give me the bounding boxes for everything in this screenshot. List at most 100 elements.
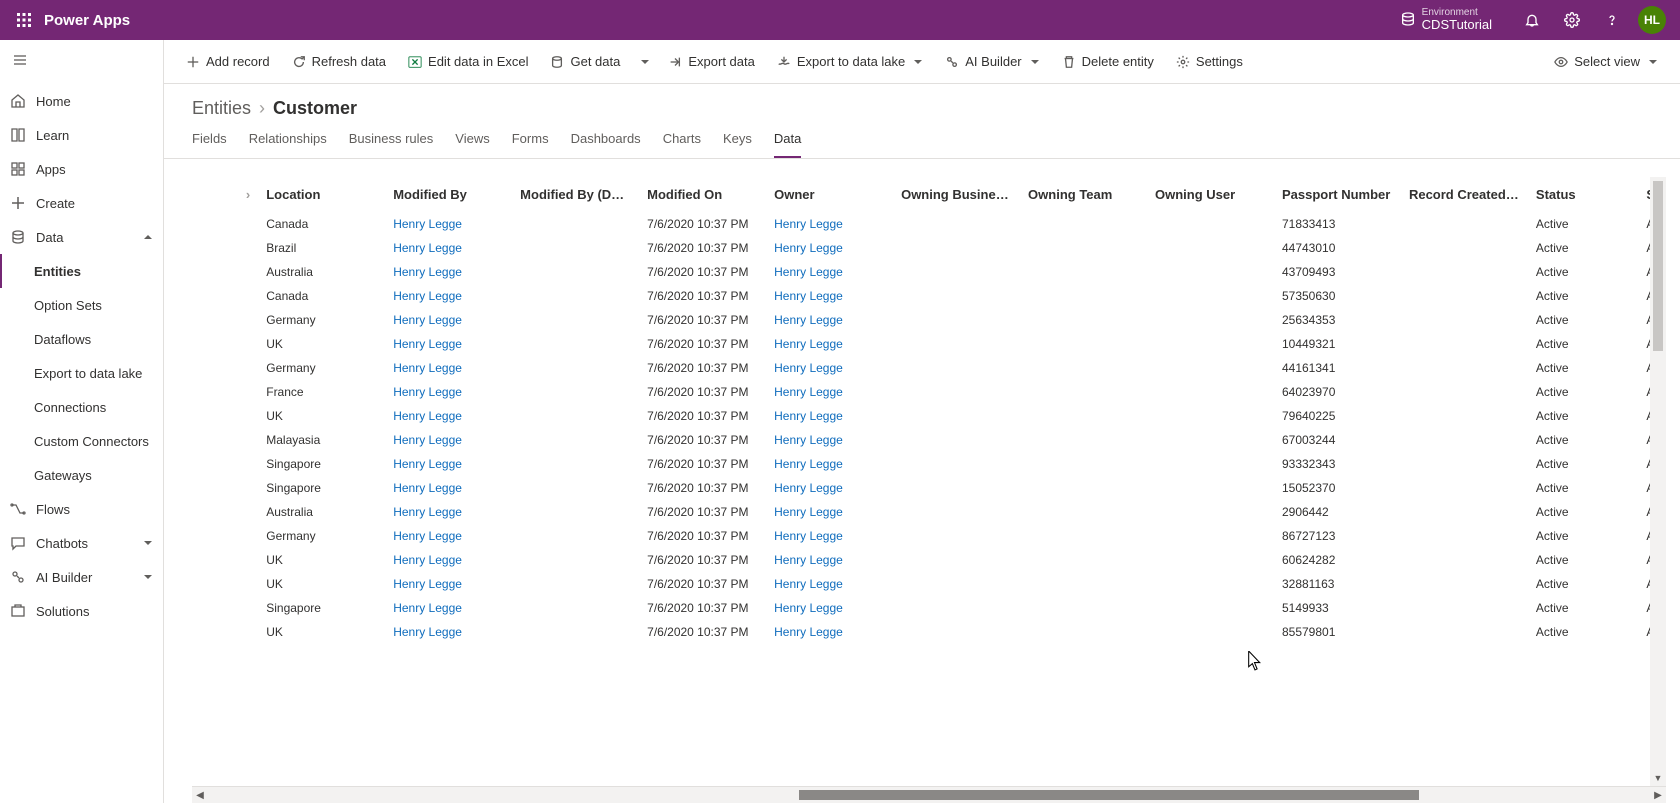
row-selector[interactable]: [192, 308, 258, 332]
tab-views[interactable]: Views: [455, 131, 489, 158]
notifications-button[interactable]: [1512, 0, 1552, 40]
sidebar-item-data[interactable]: Data: [0, 220, 163, 254]
row-selector[interactable]: [192, 380, 258, 404]
sidebar-item-flows[interactable]: Flows: [0, 492, 163, 526]
scroll-left-arrow[interactable]: ◀: [192, 787, 208, 803]
tab-charts[interactable]: Charts: [663, 131, 701, 158]
cell-owner[interactable]: Henry Legge: [766, 572, 893, 596]
cell-modified_by[interactable]: Henry Legge: [385, 620, 512, 644]
column-header-owner[interactable]: Owner: [766, 177, 893, 212]
sidebar-subitem-connections[interactable]: Connections: [0, 390, 163, 424]
cell-owner[interactable]: Henry Legge: [766, 596, 893, 620]
cell-owner[interactable]: Henry Legge: [766, 476, 893, 500]
cell-owner[interactable]: Henry Legge: [766, 548, 893, 572]
settings-cmd-button[interactable]: Settings: [1166, 48, 1253, 75]
table-row[interactable]: UKHenry Legge7/6/2020 10:37 PMHenry Legg…: [192, 332, 1666, 356]
sidebar-item-learn[interactable]: Learn: [0, 118, 163, 152]
table-row[interactable]: GermanyHenry Legge7/6/2020 10:37 PMHenry…: [192, 308, 1666, 332]
select-view-button[interactable]: Select view: [1544, 48, 1668, 75]
sidebar-subitem-export-to-data-lake[interactable]: Export to data lake: [0, 356, 163, 390]
row-selector[interactable]: [192, 332, 258, 356]
ai-builder-button[interactable]: AI Builder: [935, 48, 1049, 75]
waffle-button[interactable]: [8, 12, 40, 28]
scroll-down-arrow[interactable]: ▼: [1650, 770, 1666, 786]
table-row[interactable]: SingaporeHenry Legge7/6/2020 10:37 PMHen…: [192, 452, 1666, 476]
sidebar-item-apps[interactable]: Apps: [0, 152, 163, 186]
get-data-button[interactable]: Get data: [540, 48, 630, 75]
sidebar-item-home[interactable]: Home: [0, 84, 163, 118]
tab-forms[interactable]: Forms: [512, 131, 549, 158]
row-selector[interactable]: [192, 620, 258, 644]
cell-modified_by[interactable]: Henry Legge: [385, 260, 512, 284]
cell-modified_by[interactable]: Henry Legge: [385, 572, 512, 596]
vertical-scrollbar[interactable]: ▲ ▼: [1650, 177, 1666, 786]
cell-modified_by[interactable]: Henry Legge: [385, 476, 512, 500]
tab-fields[interactable]: Fields: [192, 131, 227, 158]
sidebar-item-ai-builder[interactable]: AI Builder: [0, 560, 163, 594]
column-header-owning_team[interactable]: Owning Team: [1020, 177, 1147, 212]
table-row[interactable]: UKHenry Legge7/6/2020 10:37 PMHenry Legg…: [192, 548, 1666, 572]
cell-owner[interactable]: Henry Legge: [766, 236, 893, 260]
column-header-record_created[interactable]: Record Created ...: [1401, 177, 1528, 212]
cell-modified_by[interactable]: Henry Legge: [385, 212, 512, 236]
export-data-button[interactable]: Export data: [658, 48, 765, 75]
tab-business-rules[interactable]: Business rules: [349, 131, 434, 158]
edit-excel-button[interactable]: Edit data in Excel: [398, 48, 538, 75]
tab-relationships[interactable]: Relationships: [249, 131, 327, 158]
table-row[interactable]: AustraliaHenry Legge7/6/2020 10:37 PMHen…: [192, 260, 1666, 284]
tab-data[interactable]: Data: [774, 131, 801, 158]
table-row[interactable]: UKHenry Legge7/6/2020 10:37 PMHenry Legg…: [192, 572, 1666, 596]
cell-owner[interactable]: Henry Legge: [766, 356, 893, 380]
table-row[interactable]: BrazilHenry Legge7/6/2020 10:37 PMHenry …: [192, 236, 1666, 260]
cell-owner[interactable]: Henry Legge: [766, 380, 893, 404]
cell-modified_by[interactable]: Henry Legge: [385, 524, 512, 548]
cell-modified_by[interactable]: Henry Legge: [385, 380, 512, 404]
row-selector[interactable]: [192, 236, 258, 260]
horizontal-scrollbar[interactable]: ◀ ▶: [192, 787, 1666, 803]
help-button[interactable]: [1592, 0, 1632, 40]
scroll-right-arrow[interactable]: ▶: [1650, 787, 1666, 803]
column-header-owning_bu[interactable]: Owning Business...: [893, 177, 1020, 212]
column-header-owning_user[interactable]: Owning User: [1147, 177, 1274, 212]
tab-dashboards[interactable]: Dashboards: [571, 131, 641, 158]
table-row[interactable]: CanadaHenry Legge7/6/2020 10:37 PMHenry …: [192, 212, 1666, 236]
sidebar-subitem-gateways[interactable]: Gateways: [0, 458, 163, 492]
cell-owner[interactable]: Henry Legge: [766, 308, 893, 332]
row-selector[interactable]: [192, 524, 258, 548]
table-row[interactable]: MalayasiaHenry Legge7/6/2020 10:37 PMHen…: [192, 428, 1666, 452]
column-header-modified_by[interactable]: Modified By: [385, 177, 512, 212]
sidebar-item-create[interactable]: Create: [0, 186, 163, 220]
cell-modified_by[interactable]: Henry Legge: [385, 428, 512, 452]
row-selector[interactable]: [192, 404, 258, 428]
row-selector[interactable]: [192, 284, 258, 308]
cell-owner[interactable]: Henry Legge: [766, 404, 893, 428]
vertical-scroll-thumb[interactable]: [1653, 181, 1663, 351]
column-header-passport[interactable]: Passport Number: [1274, 177, 1401, 212]
column-header-modified_on[interactable]: Modified On: [639, 177, 766, 212]
table-row[interactable]: CanadaHenry Legge7/6/2020 10:37 PMHenry …: [192, 284, 1666, 308]
table-row[interactable]: GermanyHenry Legge7/6/2020 10:37 PMHenry…: [192, 356, 1666, 380]
breadcrumb-root[interactable]: Entities: [192, 98, 251, 119]
sidebar-subitem-dataflows[interactable]: Dataflows: [0, 322, 163, 356]
add-record-button[interactable]: Add record: [176, 48, 280, 75]
cell-modified_by[interactable]: Henry Legge: [385, 332, 512, 356]
export-lake-button[interactable]: Export to data lake: [767, 48, 933, 75]
sidebar-subitem-entities[interactable]: Entities: [0, 254, 163, 288]
tab-keys[interactable]: Keys: [723, 131, 752, 158]
cell-modified_by[interactable]: Henry Legge: [385, 500, 512, 524]
row-selector[interactable]: [192, 260, 258, 284]
column-header-location[interactable]: Location: [258, 177, 385, 212]
sidebar-item-chatbots[interactable]: Chatbots: [0, 526, 163, 560]
row-selector[interactable]: [192, 476, 258, 500]
cell-owner[interactable]: Henry Legge: [766, 620, 893, 644]
cell-owner[interactable]: Henry Legge: [766, 284, 893, 308]
cell-modified_by[interactable]: Henry Legge: [385, 356, 512, 380]
horizontal-scroll-thumb[interactable]: [799, 790, 1419, 800]
column-header-modified_by_del[interactable]: Modified By (Del...: [512, 177, 639, 212]
table-row[interactable]: SingaporeHenry Legge7/6/2020 10:37 PMHen…: [192, 596, 1666, 620]
settings-button[interactable]: [1552, 0, 1592, 40]
cell-owner[interactable]: Henry Legge: [766, 212, 893, 236]
row-selector[interactable]: [192, 572, 258, 596]
row-selector[interactable]: [192, 428, 258, 452]
cell-modified_by[interactable]: Henry Legge: [385, 236, 512, 260]
